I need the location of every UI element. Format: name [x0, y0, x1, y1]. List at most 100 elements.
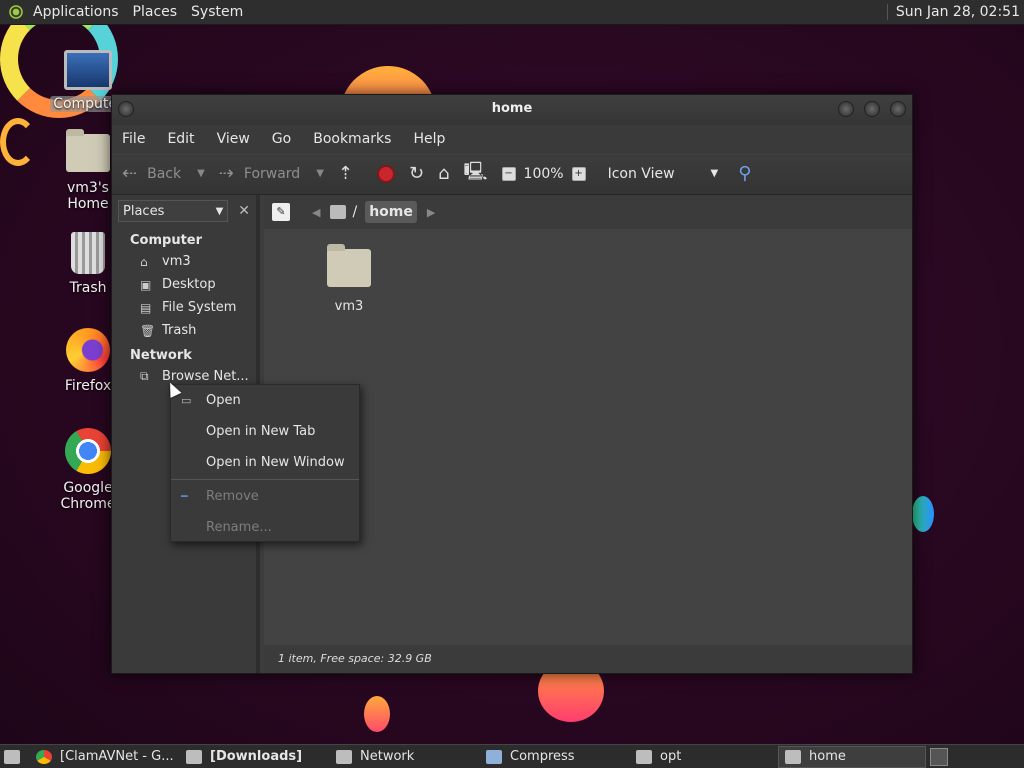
firefox-icon: [66, 328, 110, 372]
network-icon: [336, 749, 352, 764]
network-icon: ⧉: [140, 369, 149, 383]
zoom-out-icon[interactable]: −: [501, 166, 516, 181]
sidebar-item-trash[interactable]: 🗑 Trash: [112, 319, 256, 342]
clock[interactable]: Sun Jan 28, 02:51: [886, 4, 1020, 20]
sidebar-item-file-system[interactable]: ▤ File System: [112, 296, 256, 319]
places-menu[interactable]: Places: [133, 4, 178, 20]
taskbar-item[interactable]: [ClamAVNet - G...: [30, 746, 180, 768]
menu-edit[interactable]: Edit: [167, 131, 194, 147]
back-history-dropdown-icon[interactable]: ▼: [197, 168, 205, 179]
menu-bookmarks[interactable]: Bookmarks: [313, 131, 391, 147]
top-panel: Applications Places System Sun Jan 28, 0…: [0, 0, 1024, 25]
context-menu-label: Remove: [206, 489, 259, 504]
content-pane: ✎ ◀ / home ▶ vm3 1 item, Free space: 32.…: [264, 195, 912, 673]
wallpaper-shape: [0, 118, 36, 166]
home-folder-icon: [66, 129, 110, 172]
desktop-icon-label: Firefox: [64, 378, 112, 394]
forward-history-dropdown-icon[interactable]: ▼: [316, 168, 324, 179]
folder-icon: [186, 749, 202, 764]
taskbar-item[interactable]: [Downloads]: [180, 746, 330, 768]
open-icon: ▭: [181, 394, 192, 407]
home-folder-icon: [327, 244, 371, 287]
drive-icon: ▤: [140, 300, 152, 315]
sidebar-item-desktop[interactable]: ▣ Desktop: [112, 273, 256, 296]
home-folder-icon: ⌂: [140, 254, 148, 269]
chrome-icon: [65, 428, 111, 474]
home-button[interactable]: ⌂: [438, 163, 449, 184]
maximize-button[interactable]: [864, 101, 880, 117]
window-titlebar[interactable]: home: [112, 95, 912, 125]
context-menu-label: Open in New Tab: [206, 424, 316, 439]
chevron-down-icon: ▼: [215, 205, 224, 217]
menubar: File Edit View Go Bookmarks Help: [112, 125, 912, 153]
sidebar-places-select[interactable]: Places ▼: [118, 200, 229, 222]
taskbar-item-active[interactable]: home: [778, 745, 926, 768]
context-menu-separator: [171, 479, 359, 480]
close-button[interactable]: [890, 101, 906, 117]
context-menu-remove: ━ Remove: [171, 481, 359, 512]
toolbar: ⇠ Back ▼ ⇢ Forward ▼ ⇡ ↻ ⌂ 🖳 − 100% + Ic…: [112, 153, 912, 195]
context-menu-open-new-window[interactable]: Open in New Window: [171, 447, 359, 478]
search-icon: ⚲: [738, 163, 752, 184]
window-title: home: [491, 101, 533, 116]
path-root-button[interactable]: [330, 205, 347, 219]
taskbar-item[interactable]: Network: [330, 746, 480, 768]
view-mode-select[interactable]: Icon View ▼: [608, 166, 719, 182]
up-arrow-icon: ⇡: [337, 163, 353, 184]
distro-logo-icon[interactable]: [7, 3, 25, 21]
context-menu-open-new-tab[interactable]: Open in New Tab: [171, 416, 359, 447]
forward-button[interactable]: ⇢ Forward ▼: [219, 163, 324, 184]
taskbar-item[interactable]: Compress: [480, 746, 630, 768]
file-item[interactable]: vm3: [326, 239, 372, 314]
desktop-icon-label: Google Chrome: [60, 480, 116, 512]
taskbar-item-label: Compress: [510, 749, 575, 764]
sidebar-item-label: File System: [162, 300, 237, 315]
home-icon: ⌂: [438, 163, 450, 184]
back-arrow-icon: ⇠: [122, 163, 138, 184]
computer-icon: 🖳: [463, 160, 488, 182]
show-desktop-button[interactable]: [0, 746, 30, 768]
trash-icon: 🗑: [140, 323, 156, 338]
minimize-button[interactable]: [838, 101, 854, 117]
zoom-in-icon[interactable]: +: [571, 166, 586, 181]
context-menu: ▭ Open Open in New Tab Open in New Windo…: [170, 384, 360, 542]
reload-icon: ↻: [409, 163, 425, 184]
system-menu[interactable]: System: [191, 4, 243, 20]
taskbar-item[interactable]: opt: [630, 746, 778, 768]
file-view[interactable]: vm3: [264, 229, 912, 645]
computer-button[interactable]: 🖳: [464, 159, 488, 189]
close-icon[interactable]: ✕: [238, 203, 250, 219]
path-scroll-right-icon[interactable]: ▶: [427, 206, 435, 219]
sidebar-selector-value: Places: [123, 203, 165, 219]
view-mode-value: Icon View: [607, 165, 675, 182]
back-button[interactable]: ⇠ Back ▼: [122, 163, 205, 184]
desktop-folder-icon: ▣: [140, 277, 152, 292]
taskbar: [ClamAVNet - G... [Downloads] Network Co…: [0, 744, 1024, 768]
reload-button[interactable]: ↻: [409, 163, 424, 184]
zoom-control: − 100% +: [501, 166, 594, 182]
stop-button[interactable]: [377, 164, 395, 183]
context-menu-label: Rename...: [206, 520, 272, 535]
menu-go[interactable]: Go: [272, 131, 291, 147]
sidebar-section-network: Network: [130, 348, 192, 363]
path-current-button[interactable]: home: [365, 201, 417, 223]
applications-menu[interactable]: Applications: [33, 4, 119, 20]
archive-icon: [486, 749, 502, 764]
menu-file[interactable]: File: [122, 131, 145, 147]
window-menu-button[interactable]: [118, 101, 134, 117]
edit-location-icon[interactable]: ✎: [272, 203, 290, 221]
wallpaper-shape: [912, 496, 934, 532]
search-button[interactable]: ⚲: [738, 163, 761, 184]
path-scroll-left-icon[interactable]: ◀: [312, 206, 320, 219]
desktop-icon-label: vm3's Home: [67, 180, 109, 212]
menu-view[interactable]: View: [217, 131, 250, 147]
chrome-icon: [36, 749, 52, 764]
context-menu-rename: Rename...: [171, 512, 359, 543]
workspace-switcher[interactable]: [930, 747, 948, 766]
menu-help[interactable]: Help: [413, 131, 445, 147]
show-desktop-icon: [4, 749, 20, 764]
up-button[interactable]: ⇡: [338, 163, 363, 184]
pathbar: ✎ ◀ / home ▶: [264, 195, 912, 229]
sidebar-item-vm3[interactable]: ⌂ vm3: [112, 250, 256, 273]
context-menu-open[interactable]: ▭ Open: [171, 385, 359, 416]
